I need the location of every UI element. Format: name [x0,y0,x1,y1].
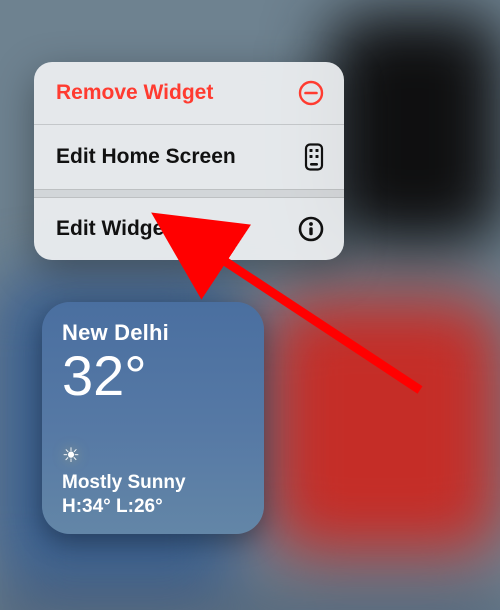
remove-widget-label: Remove Widget [56,81,213,105]
remove-circle-icon [298,80,324,106]
edit-widget-label: Edit Widget [56,217,171,241]
sun-icon: ☀︎ [62,446,244,466]
info-circle-icon [298,216,324,242]
weather-city: New Delhi [62,320,244,346]
widget-context-menu: Remove Widget Edit Home Screen [34,62,344,260]
weather-condition: Mostly Sunny [62,472,244,494]
edit-widget-item[interactable]: Edit Widget [34,198,344,260]
menu-separator-thick [34,189,344,198]
edit-home-screen-item[interactable]: Edit Home Screen [34,125,344,189]
phone-home-icon [304,143,324,171]
weather-temperature: 32° [62,348,244,404]
weather-widget[interactable]: New Delhi 32° ☀︎ Mostly Sunny H:34° L:26… [42,302,264,534]
remove-widget-item[interactable]: Remove Widget [34,62,344,124]
weather-high-low: H:34° L:26° [62,496,244,518]
edit-home-screen-label: Edit Home Screen [56,145,236,169]
